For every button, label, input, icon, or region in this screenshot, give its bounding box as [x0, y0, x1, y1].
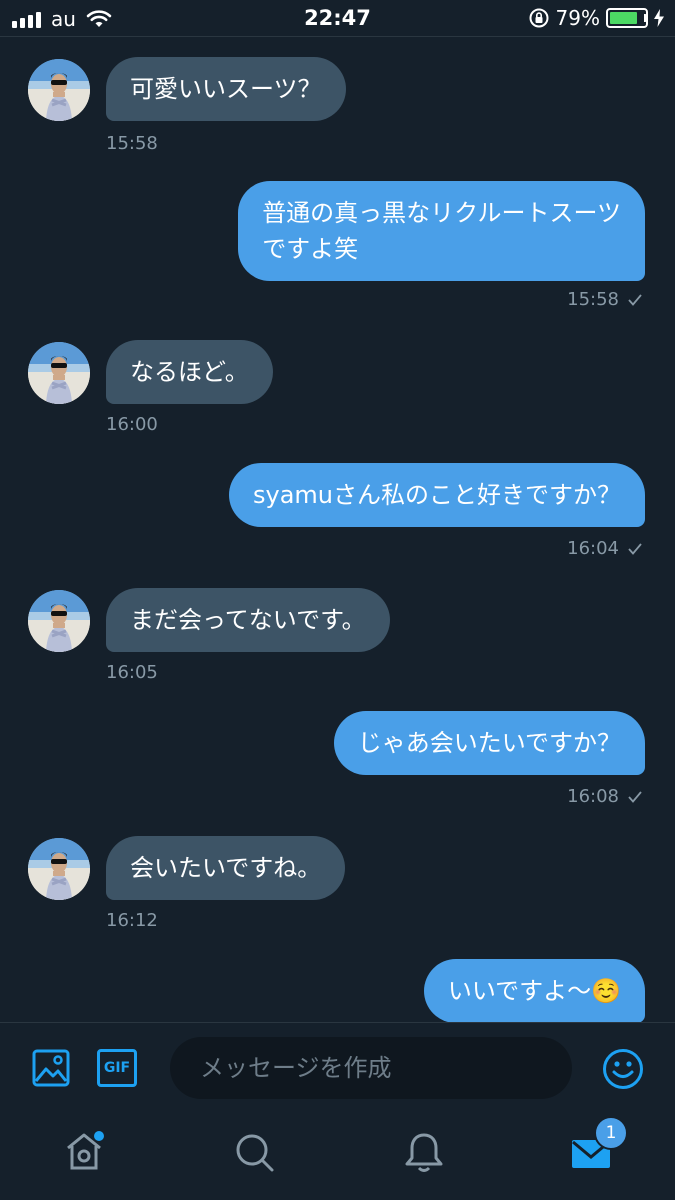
unread-badge: 1	[594, 1116, 628, 1150]
message-time: 16:04	[567, 538, 619, 559]
message-meta: 15:58	[567, 289, 643, 310]
message-text: いいですよ〜☺️	[447, 977, 621, 1005]
message-bubble[interactable]: syamuさん私のこと好きですか？	[228, 463, 645, 527]
message-time: 15:58	[106, 133, 158, 154]
message-bubble[interactable]: 普通の真っ黒なリクルートスーツ ですよ笑	[238, 181, 645, 281]
message-composer: GIF	[0, 1022, 675, 1115]
message-bubble[interactable]: 可愛いいスーツ？	[106, 57, 346, 121]
message-bubble[interactable]: まだ会ってないです。	[106, 588, 390, 652]
message-bubble[interactable]: いいですよ〜☺️	[423, 959, 645, 1023]
orientation-lock-icon	[529, 8, 549, 28]
check-icon	[628, 542, 642, 555]
message-bubble[interactable]: 会いたいですね。	[106, 836, 346, 900]
message-meta: 16:04	[567, 538, 643, 559]
tab-search[interactable]	[232, 1130, 280, 1178]
message-bubble[interactable]: なるほど。	[106, 340, 273, 404]
message-text-line: ですよ笑	[262, 235, 359, 263]
check-icon	[628, 790, 642, 803]
message-text-line: 普通の真っ黒なリクルートスーツ	[262, 199, 621, 227]
search-icon	[236, 1134, 274, 1172]
image-icon[interactable]	[32, 1049, 70, 1087]
status-right: 79%	[528, 6, 665, 30]
message-time: 16:00	[106, 414, 158, 435]
message-meta: 16:08	[567, 786, 643, 807]
message-time: 15:58	[567, 289, 619, 310]
battery-percent: 79%	[555, 6, 600, 30]
gif-label: GIF	[103, 1060, 131, 1076]
tab-home[interactable]	[62, 1130, 110, 1178]
message-text: じゃあ会いたいですか？	[357, 729, 621, 757]
message-bubble[interactable]: じゃあ会いたいですか？	[333, 711, 645, 775]
message-time: 16:08	[567, 786, 619, 807]
home-icon	[67, 1131, 104, 1170]
avatar[interactable]	[28, 59, 90, 121]
avatar[interactable]	[28, 838, 90, 900]
message-input[interactable]	[170, 1037, 572, 1099]
gif-button[interactable]: GIF	[97, 1049, 137, 1087]
message-time: 16:05	[106, 662, 158, 683]
message-text: 会いたいですね。	[130, 854, 322, 882]
emoji-icon[interactable]	[602, 1048, 644, 1090]
tab-bar: 1	[0, 1114, 675, 1200]
bell-icon	[405, 1133, 443, 1172]
message-text: まだ会ってないです。	[130, 606, 366, 634]
battery-level	[610, 12, 637, 24]
avatar[interactable]	[28, 342, 90, 404]
message-text: 可愛いいスーツ？	[130, 75, 322, 103]
battery-icon	[606, 8, 648, 28]
tab-notifications[interactable]	[402, 1130, 450, 1178]
message-time: 16:12	[106, 910, 158, 931]
check-icon	[628, 293, 642, 306]
charging-icon	[654, 9, 664, 27]
message-text: なるほど。	[130, 358, 249, 386]
status-bar: au 22:47 79%	[0, 0, 675, 37]
tab-messages[interactable]: 1	[570, 1116, 628, 1178]
message-text: syamuさん私のこと好きですか？	[252, 481, 621, 509]
avatar[interactable]	[28, 590, 90, 652]
